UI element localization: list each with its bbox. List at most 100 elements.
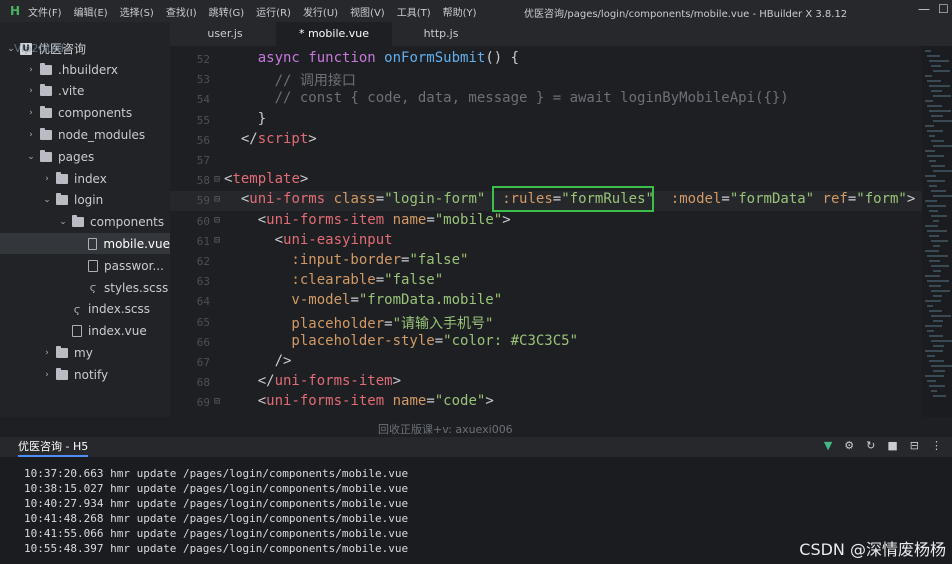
chevron-down-icon[interactable]: ⌄ — [42, 195, 52, 205]
restart-icon[interactable]: ↻ — [866, 439, 875, 452]
code-line[interactable]: placeholder-style="color: #C3C3C5" — [224, 333, 578, 349]
code-line[interactable]: <uni-easyinput — [224, 232, 393, 248]
chevron-down-icon[interactable]: ⌄ — [58, 217, 68, 227]
tree-item[interactable]: ⌄ login — [0, 190, 170, 211]
chevron-right-icon[interactable]: › — [26, 65, 36, 75]
code-token: async — [224, 50, 309, 66]
minimap-line — [925, 325, 942, 327]
code-token: > — [906, 191, 916, 208]
code-token: > — [308, 130, 317, 147]
code-token: "form" — [856, 191, 907, 208]
tab-http-js[interactable]: http.js — [406, 22, 476, 46]
tree-item-label: components — [90, 215, 165, 230]
code-token: = — [426, 211, 435, 228]
chevron-right-icon[interactable]: › — [42, 348, 52, 358]
tree-item[interactable]: ⌄ pages — [0, 146, 170, 167]
code-token: class — [333, 191, 376, 208]
code-line[interactable]: :input-border="false" — [224, 252, 468, 268]
tree-item[interactable]: ⌄ components — [0, 212, 170, 233]
code-line[interactable]: /> — [224, 353, 292, 369]
tree-item-label: my — [74, 345, 93, 360]
console-tab-h5[interactable]: 优医咨询 - H5 — [18, 438, 89, 457]
chevron-right-icon[interactable]: › — [26, 130, 36, 140]
minimize-icon[interactable]: — — [918, 2, 930, 16]
menu-help[interactable]: 帮助(Y) — [443, 4, 477, 19]
tree-item[interactable]: › notify — [0, 364, 170, 385]
tree-item[interactable]: › .hbuilderx — [0, 59, 170, 80]
code-line[interactable]: // 调用接口 — [224, 70, 356, 90]
minimap-line — [931, 115, 943, 117]
more-icon[interactable]: ⋮ — [931, 439, 942, 452]
code-token: // const { code, data, message } = await… — [224, 90, 789, 107]
debug-icon[interactable]: ⚙ — [844, 439, 854, 452]
code-line[interactable]: :clearable="false" — [224, 272, 443, 288]
code-line[interactable]: v-model="fromData.mobile" — [224, 292, 502, 308]
menu-edit[interactable]: 编辑(E) — [74, 4, 108, 19]
tree-item[interactable]: › .vite — [0, 81, 170, 102]
code-line[interactable]: </script> — [224, 131, 317, 147]
minimap[interactable] — [922, 46, 952, 417]
folder-icon — [56, 171, 68, 184]
chevron-down-icon[interactable]: ⌄ — [26, 152, 36, 162]
clear-console-icon[interactable]: ⊟ — [910, 439, 919, 452]
chevron-right-icon[interactable]: › — [26, 86, 36, 96]
chevron-right-icon[interactable]: › — [42, 174, 52, 184]
menu-select[interactable]: 选择(S) — [120, 4, 154, 19]
log-line: 10:55:48.397 hmr update /pages/login/com… — [24, 542, 409, 555]
tree-item[interactable]: passwor... — [0, 255, 170, 276]
tree-item[interactable]: ϛ index.scss — [0, 299, 170, 320]
minimap-line — [929, 360, 944, 362]
minimap-line — [927, 130, 943, 132]
minimap-line — [925, 350, 943, 352]
tab-mobile-vue[interactable]: * mobile.vue — [276, 22, 392, 46]
fold-toggle-icon[interactable]: ⊟ — [214, 396, 220, 407]
menu-publish[interactable]: 发行(U) — [303, 4, 338, 19]
tree-item[interactable]: mobile.vue — [0, 233, 170, 255]
line-number: 52 — [196, 53, 210, 66]
tree-item[interactable]: › my — [0, 342, 170, 363]
code-token: placeholder — [224, 315, 385, 332]
tree-item[interactable]: › node_modules — [0, 124, 170, 145]
fold-toggle-icon[interactable]: ⊟ — [214, 174, 220, 185]
minimap-line — [927, 205, 946, 207]
stop-icon[interactable]: ■ — [887, 439, 897, 452]
tree-item-label: index.scss — [88, 302, 150, 317]
maximize-icon[interactable]: ☐ — [938, 2, 949, 16]
code-editor[interactable]: 52 53 54 55 56 57 58 ⊟ 59 ⊟ 60 ⊟ 61 ⊟ 62 63 64 65 66 67 68 69… — [170, 46, 922, 417]
minimap-line — [925, 375, 944, 377]
code-line[interactable]: <template> — [224, 171, 308, 187]
chevron-right-icon[interactable]: › — [26, 108, 36, 118]
fold-toggle-icon[interactable]: ⊟ — [214, 235, 220, 246]
menu-tools[interactable]: 工具(T) — [397, 4, 431, 19]
minimap-line — [925, 300, 941, 302]
tab-user-js[interactable]: user.js — [190, 22, 260, 46]
vue-icon[interactable]: ▼ — [824, 439, 832, 452]
fold-toggle-icon[interactable]: ⊟ — [214, 215, 220, 226]
minimap-line — [927, 380, 936, 382]
tree-item[interactable]: › index — [0, 168, 170, 189]
fold-toggle-icon[interactable]: ⊟ — [214, 194, 220, 205]
menu-file[interactable]: 文件(F) — [28, 4, 62, 19]
line-number: 64 — [196, 295, 210, 309]
code-line[interactable]: </uni-forms-item> — [224, 373, 401, 389]
menu-goto[interactable]: 跳转(G) — [209, 4, 245, 19]
menu-run[interactable]: 运行(R) — [256, 4, 291, 19]
menu-find[interactable]: 查找(I) — [166, 4, 197, 19]
csdn-watermark: CSDN @深情废杨杨 — [799, 540, 946, 559]
tree-item[interactable]: › components — [0, 103, 170, 124]
log-line: 10:37:20.663 hmr update /pages/login/com… — [24, 467, 409, 480]
chevron-right-icon[interactable]: › — [42, 370, 52, 380]
code-line[interactable]: <uni-forms-item name="code"> — [224, 393, 494, 409]
menu-view[interactable]: 视图(V) — [350, 4, 385, 19]
code-line[interactable]: placeholder="请输入手机号" — [224, 313, 493, 333]
code-line[interactable]: <uni-forms-item name="mobile"> — [224, 212, 511, 228]
tree-item[interactable]: index.vue — [0, 321, 170, 342]
tree-item-label: notify — [74, 367, 109, 382]
code-line[interactable]: } — [224, 111, 266, 127]
minimap-line — [929, 60, 949, 62]
code-line[interactable]: // const { code, data, message } = await… — [224, 90, 789, 106]
code-line[interactable]: async function onFormSubmit() { — [224, 50, 519, 66]
tree-item[interactable]: ϛ styles.scss — [0, 277, 170, 298]
line-number: 57 — [196, 154, 210, 167]
